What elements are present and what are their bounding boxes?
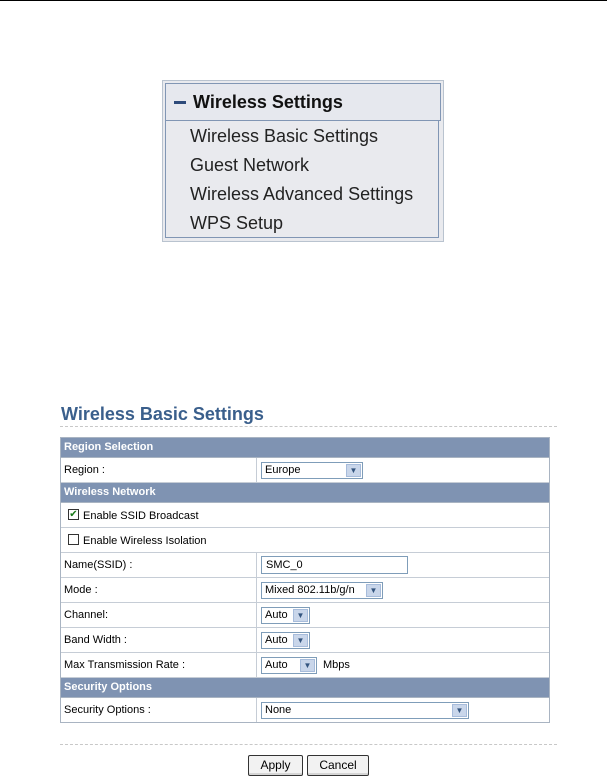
chevron-down-icon[interactable]: ▼ xyxy=(452,703,467,717)
section-header-security: Security Options xyxy=(61,678,549,698)
column-divider xyxy=(256,458,257,482)
menu-item-wireless-basic-settings[interactable]: Wireless Basic Settings xyxy=(190,126,378,147)
column-divider xyxy=(256,628,257,652)
chevron-down-icon[interactable]: ▼ xyxy=(300,658,315,672)
region-select[interactable]: Europe ▼ xyxy=(261,461,363,479)
security-options-label: Security Options : xyxy=(64,704,151,716)
channel-label: Channel: xyxy=(64,609,109,621)
rate-unit-label: Mbps xyxy=(323,659,350,671)
wireless-isolation-label: Enable Wireless Isolation xyxy=(83,535,207,547)
security-options-select-value: None xyxy=(265,704,292,716)
column-divider xyxy=(256,603,257,627)
max-rate-row: Max Transmission Rate : Auto ▼ Mbps xyxy=(61,653,549,678)
ssid-broadcast-label: Enable SSID Broadcast xyxy=(83,510,199,522)
bandwidth-row: Band Width : Auto ▼ xyxy=(61,628,549,653)
wireless-isolation-checkbox[interactable] xyxy=(68,534,79,545)
column-divider xyxy=(256,578,257,602)
ssid-name-input[interactable]: SMC_0 xyxy=(261,556,408,574)
security-options-select[interactable]: None ▼ xyxy=(261,701,469,719)
security-options-row: Security Options : None ▼ xyxy=(61,698,549,722)
cancel-button[interactable]: Cancel xyxy=(307,755,369,776)
collapse-minus-icon[interactable] xyxy=(174,100,186,104)
column-divider xyxy=(256,653,257,677)
settings-form: Region Selection Region : Europe ▼ Wirel… xyxy=(60,437,550,723)
bandwidth-select-value: Auto xyxy=(265,634,288,646)
ssid-broadcast-checkbox[interactable]: ✔ xyxy=(68,509,79,520)
channel-select[interactable]: Auto ▼ xyxy=(261,606,310,624)
menu-header[interactable]: Wireless Settings xyxy=(165,83,441,121)
region-row: Region : Europe ▼ xyxy=(61,458,549,483)
wireless-settings-menu: Wireless Settings Wireless Basic Setting… xyxy=(162,80,444,242)
mode-row: Mode : Mixed 802.11b/g/n ▼ xyxy=(61,578,549,603)
section-header-region: Region Selection xyxy=(61,438,549,458)
mode-label: Mode : xyxy=(64,584,98,596)
max-rate-label: Max Transmission Rate : xyxy=(64,659,186,671)
bandwidth-label: Band Width : xyxy=(64,634,127,646)
channel-row: Channel: Auto ▼ xyxy=(61,603,549,628)
max-rate-select[interactable]: Auto ▼ xyxy=(261,656,317,674)
mode-select-value: Mixed 802.11b/g/n xyxy=(265,584,355,596)
column-divider xyxy=(256,698,257,722)
bottom-divider xyxy=(60,744,557,745)
column-divider xyxy=(256,553,257,577)
ssid-broadcast-row: ✔ Enable SSID Broadcast xyxy=(61,503,549,528)
ssid-name-label: Name(SSID) : xyxy=(64,559,133,571)
bandwidth-select[interactable]: Auto ▼ xyxy=(261,631,310,649)
apply-button[interactable]: Apply xyxy=(248,755,303,776)
chevron-down-icon[interactable]: ▼ xyxy=(366,583,381,597)
region-select-value: Europe xyxy=(265,464,301,476)
menu-item-wireless-advanced-settings[interactable]: Wireless Advanced Settings xyxy=(190,184,413,205)
menu-item-guest-network[interactable]: Guest Network xyxy=(190,155,309,176)
wireless-isolation-row: Enable Wireless Isolation xyxy=(61,528,549,553)
menu-title: Wireless Settings xyxy=(193,91,343,112)
top-rule xyxy=(0,0,607,1)
menu-item-wps-setup[interactable]: WPS Setup xyxy=(190,213,283,234)
channel-select-value: Auto xyxy=(265,609,288,621)
max-rate-select-value: Auto xyxy=(265,659,288,671)
title-divider xyxy=(60,426,557,427)
chevron-down-icon[interactable]: ▼ xyxy=(293,608,308,622)
ssid-name-row: Name(SSID) : SMC_0 xyxy=(61,553,549,578)
page-title: Wireless Basic Settings xyxy=(61,404,264,424)
chevron-down-icon[interactable]: ▼ xyxy=(293,633,308,647)
section-header-wireless: Wireless Network xyxy=(61,483,549,503)
menu-list: Wireless Basic Settings Guest Network Wi… xyxy=(165,121,439,238)
mode-select[interactable]: Mixed 802.11b/g/n ▼ xyxy=(261,581,383,599)
region-label: Region : xyxy=(64,464,105,476)
chevron-down-icon[interactable]: ▼ xyxy=(346,463,361,477)
